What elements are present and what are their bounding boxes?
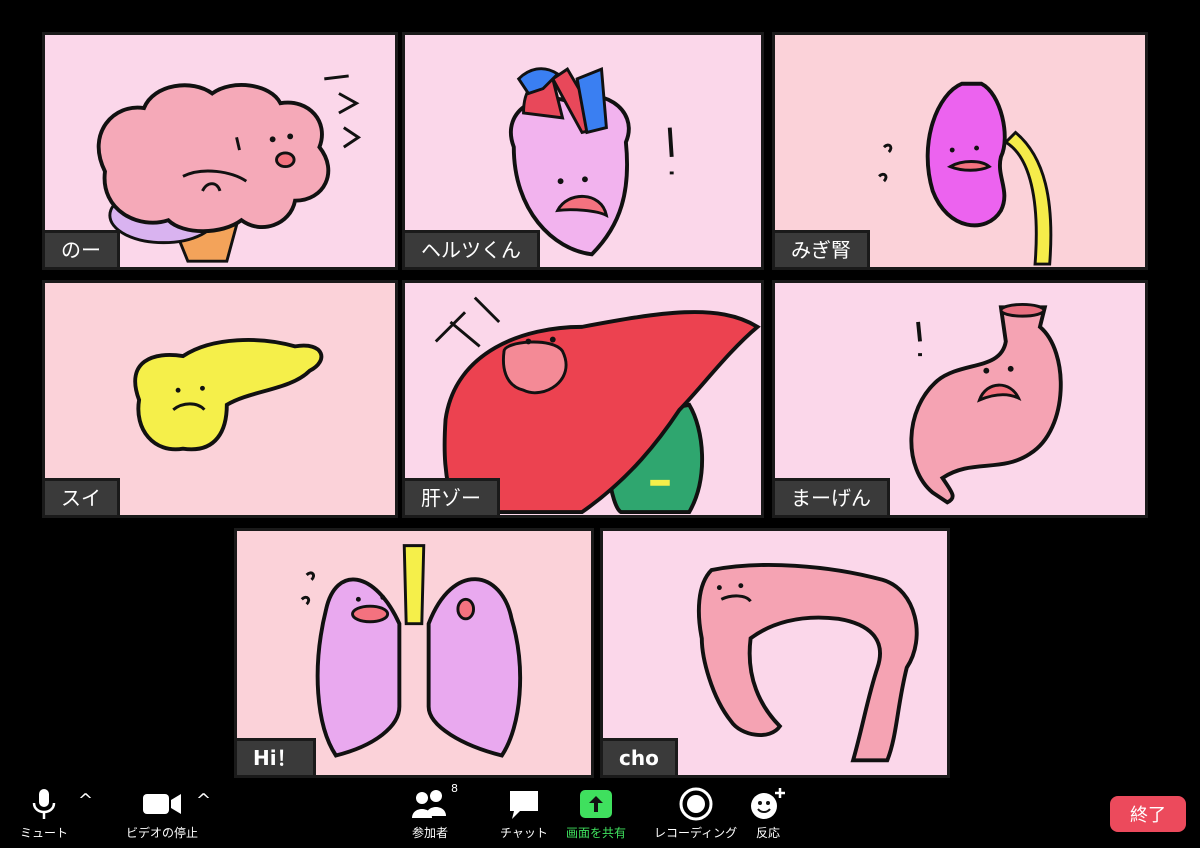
chat-label: チャット [500,826,548,840]
participants-icon [412,790,446,818]
chevron-up-icon[interactable]: ^ [78,790,93,811]
video-tile-intestine[interactable]: cho [600,528,950,778]
chat-button[interactable]: チャット [500,784,548,841]
participants-label: 参加者 [411,826,448,840]
microphone-icon [32,789,56,819]
mute-label: ミュート [20,826,69,840]
participant-name: まーげん [775,478,890,515]
participant-name: 肝ゾー [405,478,500,515]
video-tile-pancreas[interactable]: スイ [42,280,398,518]
participant-name: ヘルツくん [405,230,540,267]
end-meeting-button[interactable]: 終了 [1110,796,1186,832]
participant-count: 8 [451,782,458,795]
participant-name: スイ [45,478,120,515]
video-tile-brain[interactable]: のー [42,32,398,270]
record-button[interactable]: レコーディング [654,784,737,841]
stop-video-button[interactable]: ビデオの停止 [126,784,198,841]
share-screen-label: 画面を共有 [566,826,627,840]
chevron-up-icon[interactable]: ^ [196,790,211,811]
reactions-label: 反応 [755,826,780,840]
reaction-icon [751,788,785,819]
video-tile-stomach[interactable]: まーげん [772,280,1148,518]
participant-name: Hi！ [237,738,316,775]
chat-icon [509,791,538,819]
video-label: ビデオの停止 [126,826,199,840]
participants-button[interactable]: 8 参加者 [410,782,458,841]
video-tile-heart[interactable]: ヘルツくん [402,32,764,270]
reactions-button[interactable]: 反応 [748,784,788,841]
share-screen-button[interactable]: 画面を共有 [566,784,626,841]
meeting-toolbar: ミュート ^ ビデオの停止 ^ 8 参加者 チャット 画面を共有 レコーディング… [0,778,1200,848]
video-tile-liver[interactable]: 肝ゾー [402,280,764,518]
mute-button[interactable]: ミュート [20,784,68,841]
record-icon [679,787,713,821]
video-tile-lungs[interactable]: Hi！ [234,528,594,778]
share-screen-icon [580,790,612,818]
participant-name: みぎ腎 [775,230,870,267]
participant-name: のー [45,230,120,267]
record-label: レコーディング [654,826,738,840]
video-tile-kidney[interactable]: みぎ腎 [772,32,1148,270]
participant-name: cho [603,738,678,775]
video-camera-icon [143,794,181,814]
